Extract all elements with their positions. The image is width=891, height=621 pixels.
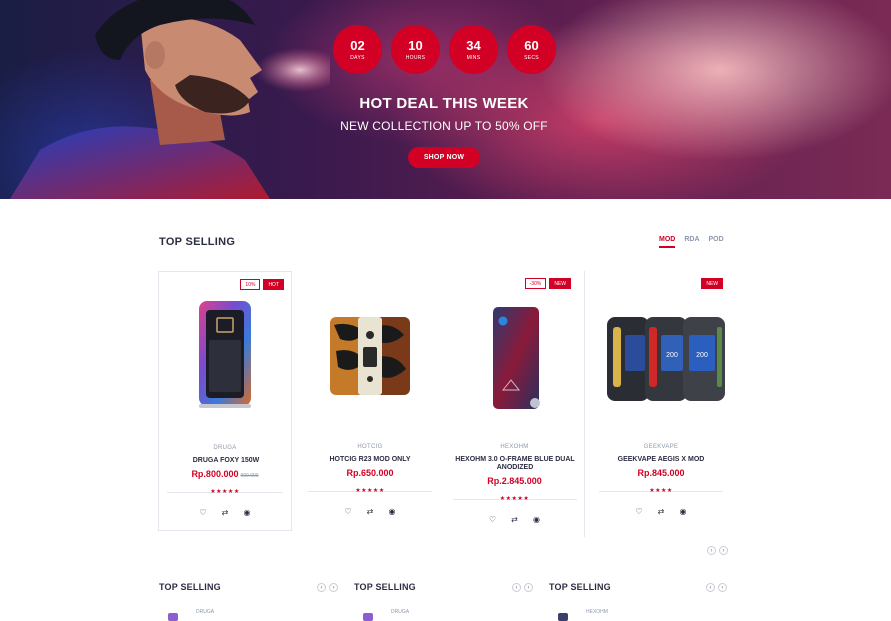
svg-text:200: 200	[696, 352, 708, 359]
product-carousel: 10% HOT DRUGA DRUGA FOXY 150W Rp.800.000…	[158, 271, 731, 537]
product-price: Rp.650.000	[300, 468, 440, 478]
countdown-mins-value: 34	[466, 37, 481, 53]
exchange-icon[interactable]: ⇄	[657, 507, 666, 516]
tab-rda[interactable]: RDA	[684, 236, 699, 248]
current-price: Rp.800.000	[191, 469, 239, 479]
product-card[interactable]: 10% HOT DRUGA DRUGA FOXY 150W Rp.800.000…	[158, 271, 292, 531]
product-price: Rp.800.000 900.000	[159, 469, 291, 479]
tab-pod[interactable]: POD	[709, 236, 724, 248]
widget-product-thumbnail[interactable]	[558, 613, 568, 621]
widget-title: TOP SELLING	[354, 582, 416, 592]
widget-product-thumbnail[interactable]	[363, 613, 373, 621]
product-brand: DRUGA	[213, 445, 237, 451]
countdown-timer: 02 DAYS 10 HOURS 34 MINS 60 SECS	[333, 25, 556, 74]
product-name[interactable]: HOTCIG R23 MOD ONLY	[308, 456, 432, 464]
product-actions: ♡ ⇄ ◉	[591, 507, 731, 516]
widget-product-brand: HEXOHM	[586, 609, 608, 615]
widget-prev-button[interactable]: ‹	[317, 583, 326, 592]
rating-stars: ★★★★	[649, 488, 673, 494]
exchange-icon[interactable]: ⇄	[221, 508, 230, 517]
product-labels: -30% NEW	[524, 278, 571, 289]
exchange-icon[interactable]: ⇄	[366, 507, 375, 516]
widget-nav: ‹ ›	[706, 583, 727, 592]
product-image[interactable]	[300, 295, 440, 415]
countdown-days-label: DAYS	[350, 54, 365, 61]
countdown-hours: 10 HOURS	[391, 25, 440, 74]
countdown-hours-value: 10	[408, 37, 423, 53]
widget-next-button[interactable]: ›	[329, 583, 338, 592]
widget-title: TOP SELLING	[549, 582, 611, 592]
tab-mod[interactable]: MOD	[659, 236, 676, 248]
countdown-secs-value: 60	[524, 37, 539, 53]
widget-product-thumbnail[interactable]	[168, 613, 178, 621]
countdown-mins-label: MINS	[466, 54, 481, 61]
carousel-nav: ‹ ›	[707, 546, 728, 555]
widget-nav: ‹ ›	[317, 583, 338, 592]
category-tabs: MOD RDA POD	[659, 236, 724, 248]
widget-next-button[interactable]: ›	[524, 583, 533, 592]
product-brand: HEXOHM	[500, 444, 529, 450]
product-card[interactable]: HOTCIG HOTCIG R23 MOD ONLY Rp.650.000 ★★…	[300, 271, 440, 537]
product-actions: ♡ ⇄ ◉	[300, 507, 440, 516]
current-price: Rp.650.000	[346, 468, 394, 478]
product-card[interactable]: NEW 200 200 GEEKVAPE GEEKVAPE AEGIS X MO…	[591, 271, 731, 537]
new-badge: NEW	[549, 278, 571, 289]
carousel-next-button[interactable]: ›	[719, 546, 728, 555]
product-price: Rp.845.000	[591, 468, 731, 478]
exchange-icon[interactable]: ⇄	[510, 515, 519, 524]
hot-deal-banner: 02 DAYS 10 HOURS 34 MINS 60 SECS HOT DEA…	[0, 0, 891, 199]
current-price: Rp.845.000	[637, 468, 685, 478]
heart-icon[interactable]: ♡	[344, 507, 353, 516]
sale-badge: 10%	[240, 279, 261, 290]
product-card[interactable]: -30% NEW HEXOHM HEXOHM 3.0 O-FRAME BLUE …	[445, 271, 585, 537]
widget-product-brand: DRUGA	[196, 609, 215, 615]
section-title: TOP SELLING	[159, 236, 236, 248]
widget-title: TOP SELLING	[159, 582, 221, 592]
countdown-secs-label: SECS	[524, 54, 539, 61]
heart-icon[interactable]: ♡	[488, 515, 497, 524]
hot-badge: HOT	[263, 279, 284, 290]
old-price: 900.000	[240, 473, 259, 479]
product-image[interactable]	[445, 295, 585, 415]
carousel-prev-button[interactable]: ‹	[707, 546, 716, 555]
rating-stars: ★★★★★	[499, 496, 530, 502]
heart-icon[interactable]: ♡	[199, 508, 208, 517]
new-badge: NEW	[701, 278, 723, 289]
eye-icon[interactable]: ◉	[388, 507, 397, 516]
widget-prev-button[interactable]: ‹	[706, 583, 715, 592]
widget-product-brand: DRUGA	[391, 609, 410, 615]
product-brand: HOTCIG	[357, 444, 383, 450]
product-image[interactable]: 200 200	[591, 295, 731, 415]
rating-stars: ★★★★★	[210, 489, 240, 495]
widget-nav: ‹ ›	[512, 583, 533, 592]
countdown-hours-label: HOURS	[405, 54, 426, 61]
svg-text:200: 200	[666, 352, 678, 359]
heart-icon[interactable]: ♡	[635, 507, 644, 516]
product-actions: ♡ ⇄ ◉	[445, 515, 584, 524]
countdown-days: 02 DAYS	[333, 25, 382, 74]
sale-badge: -30%	[524, 278, 547, 289]
product-labels: 10% HOT	[240, 279, 284, 290]
countdown-secs: 60 SECS	[507, 25, 556, 74]
product-brand: GEEKVAPE	[643, 444, 679, 450]
product-name[interactable]: HEXOHM 3.0 O-FRAME BLUE DUAL ANODIZED	[453, 456, 577, 472]
product-labels: NEW	[701, 278, 723, 289]
eye-icon[interactable]: ◉	[679, 507, 688, 516]
hero-title: HOT DEAL THIS WEEK	[359, 95, 529, 112]
widget-prev-button[interactable]: ‹	[512, 583, 521, 592]
eye-icon[interactable]: ◉	[532, 515, 541, 524]
rating-stars: ★★★★★	[355, 488, 385, 494]
eye-icon[interactable]: ◉	[243, 508, 252, 517]
widget-next-button[interactable]: ›	[718, 583, 727, 592]
product-image[interactable]	[159, 296, 293, 416]
product-price: Rp.2.845.000	[445, 476, 584, 486]
shop-now-button[interactable]: SHOP NOW	[408, 147, 480, 168]
countdown-days-value: 02	[350, 37, 365, 53]
product-name[interactable]: DRUGA FOXY 150W	[167, 457, 285, 465]
countdown-mins: 34 MINS	[449, 25, 498, 74]
product-name[interactable]: GEEKVAPE AEGIS X MOD	[599, 456, 723, 464]
product-actions: ♡ ⇄ ◉	[159, 508, 291, 517]
hero-subtitle: NEW COLLECTION UP TO 50% OFF	[340, 119, 548, 133]
current-price: Rp.2.845.000	[487, 476, 542, 486]
